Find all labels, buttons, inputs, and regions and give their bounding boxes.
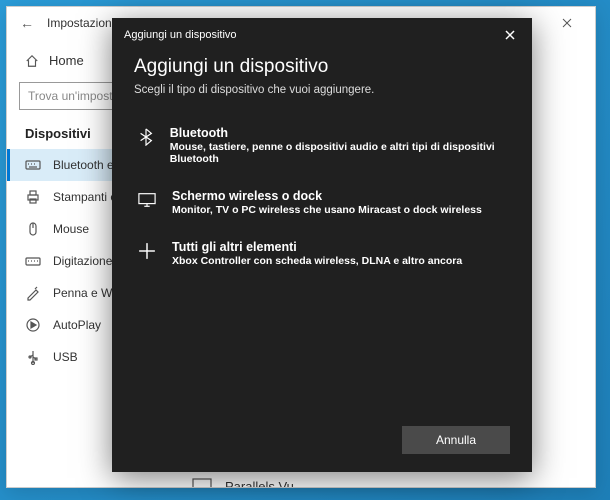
option-bluetooth[interactable]: Bluetooth Mouse, tastiere, penne o dispo…	[134, 116, 510, 179]
add-device-modal: Aggiungi un dispositivo Aggiungi un disp…	[112, 18, 532, 472]
home-icon	[25, 54, 39, 68]
plus-icon	[138, 242, 156, 260]
modal-close-button[interactable]	[500, 25, 520, 45]
printer-icon	[25, 189, 41, 205]
nav-label: USB	[53, 350, 78, 364]
option-title: Bluetooth	[170, 126, 508, 140]
monitor-icon	[191, 477, 213, 487]
modal-subtitle: Scegli il tipo di dispositivo che vuoi a…	[134, 84, 510, 96]
nav-label: AutoPlay	[53, 318, 101, 332]
pen-icon	[25, 285, 41, 301]
option-desc: Mouse, tastiere, penne o dispositivi aud…	[170, 141, 508, 165]
bluetooth-icon	[137, 128, 155, 146]
nav-label: Digitazione	[53, 254, 112, 268]
close-window-button[interactable]	[547, 7, 587, 39]
device-label: Parallels Vu	[225, 479, 294, 488]
keyboard-icon	[25, 253, 41, 269]
nav-label: Mouse	[53, 222, 89, 236]
option-wireless-display[interactable]: Schermo wireless o dock Monitor, TV o PC…	[134, 179, 510, 230]
option-desc: Xbox Controller con scheda wireless, DLN…	[172, 255, 462, 267]
option-everything-else[interactable]: Tutti gli altri elementi Xbox Controller…	[134, 230, 510, 281]
modal-header: Aggiungi un dispositivo	[112, 18, 532, 52]
back-button[interactable]: ←	[15, 15, 39, 31]
mouse-icon	[25, 221, 41, 237]
window-title: Impostazioni	[47, 16, 114, 30]
modal-header-title: Aggiungi un dispositivo	[124, 29, 237, 41]
monitor-icon	[138, 191, 156, 209]
option-title: Tutti gli altri elementi	[172, 240, 462, 254]
option-title: Schermo wireless o dock	[172, 189, 482, 203]
option-desc: Monitor, TV o PC wireless che usano Mira…	[172, 204, 482, 216]
usb-icon	[25, 349, 41, 365]
cancel-button[interactable]: Annulla	[402, 426, 510, 454]
close-icon	[505, 30, 515, 40]
home-label: Home	[49, 53, 84, 68]
keyboard-icon	[25, 157, 41, 173]
modal-title: Aggiungi un dispositivo	[134, 56, 510, 78]
autoplay-icon	[25, 317, 41, 333]
